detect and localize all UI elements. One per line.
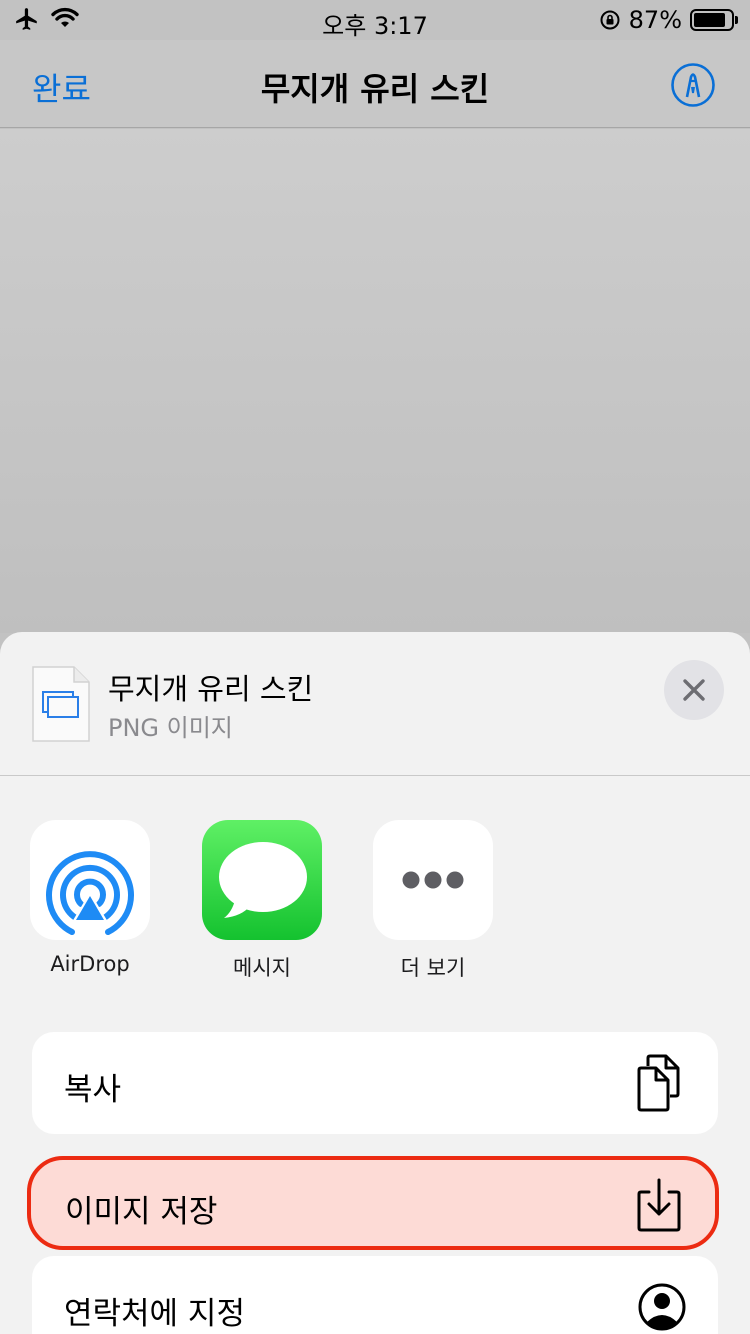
battery-level-fill [694,13,726,27]
share-app-messages[interactable]: 메시지 [202,820,322,982]
status-bar: 오후 3:17 87% [0,0,750,40]
share-sheet-header: 무지개 유리 스킨 PNG 이미지 [0,632,750,776]
markup-icon[interactable] [670,62,716,108]
close-icon [683,679,705,701]
file-title: 무지개 유리 스킨 [108,672,314,706]
share-sheet: 무지개 유리 스킨 PNG 이미지 AirDrop 메시지 더 보기 복사 이미… [0,632,750,1334]
page-title: 무지개 유리 스킨 [260,70,490,108]
copy-icon [637,1054,680,1112]
share-app-airdrop[interactable]: AirDrop [30,820,150,976]
messages-icon [202,820,322,940]
copy-action-button[interactable]: 복사 [32,1032,718,1134]
action-label: 이미지 저장 [65,1194,218,1230]
battery-percent: 87% [628,6,682,34]
save-image-action-button[interactable]: 이미지 저장 [27,1156,719,1250]
orientation-lock-icon [600,10,620,30]
battery-icon [690,9,738,31]
close-button[interactable] [664,660,724,720]
app-label: AirDrop [50,952,130,976]
assign-to-contact-action-button[interactable]: 연락처에 지정 [32,1256,718,1334]
status-right: 87% [599,6,738,34]
png-file-icon [32,666,90,742]
more-icon [373,820,493,940]
file-subtitle: PNG 이미지 [108,714,233,742]
app-label: 더 보기 [400,956,466,980]
image-preview-area [0,129,750,633]
action-label: 복사 [64,1072,122,1108]
app-label: 메시지 [233,956,291,980]
airdrop-icon [30,820,150,940]
share-app-more[interactable]: 더 보기 [373,820,493,982]
nav-bar: 완료 무지개 유리 스킨 [0,40,750,128]
action-label: 연락처에 지정 [64,1296,245,1332]
share-app-row: AirDrop 메시지 더 보기 [0,820,750,990]
save-image-icon [637,1178,681,1232]
contact-icon [638,1283,686,1331]
